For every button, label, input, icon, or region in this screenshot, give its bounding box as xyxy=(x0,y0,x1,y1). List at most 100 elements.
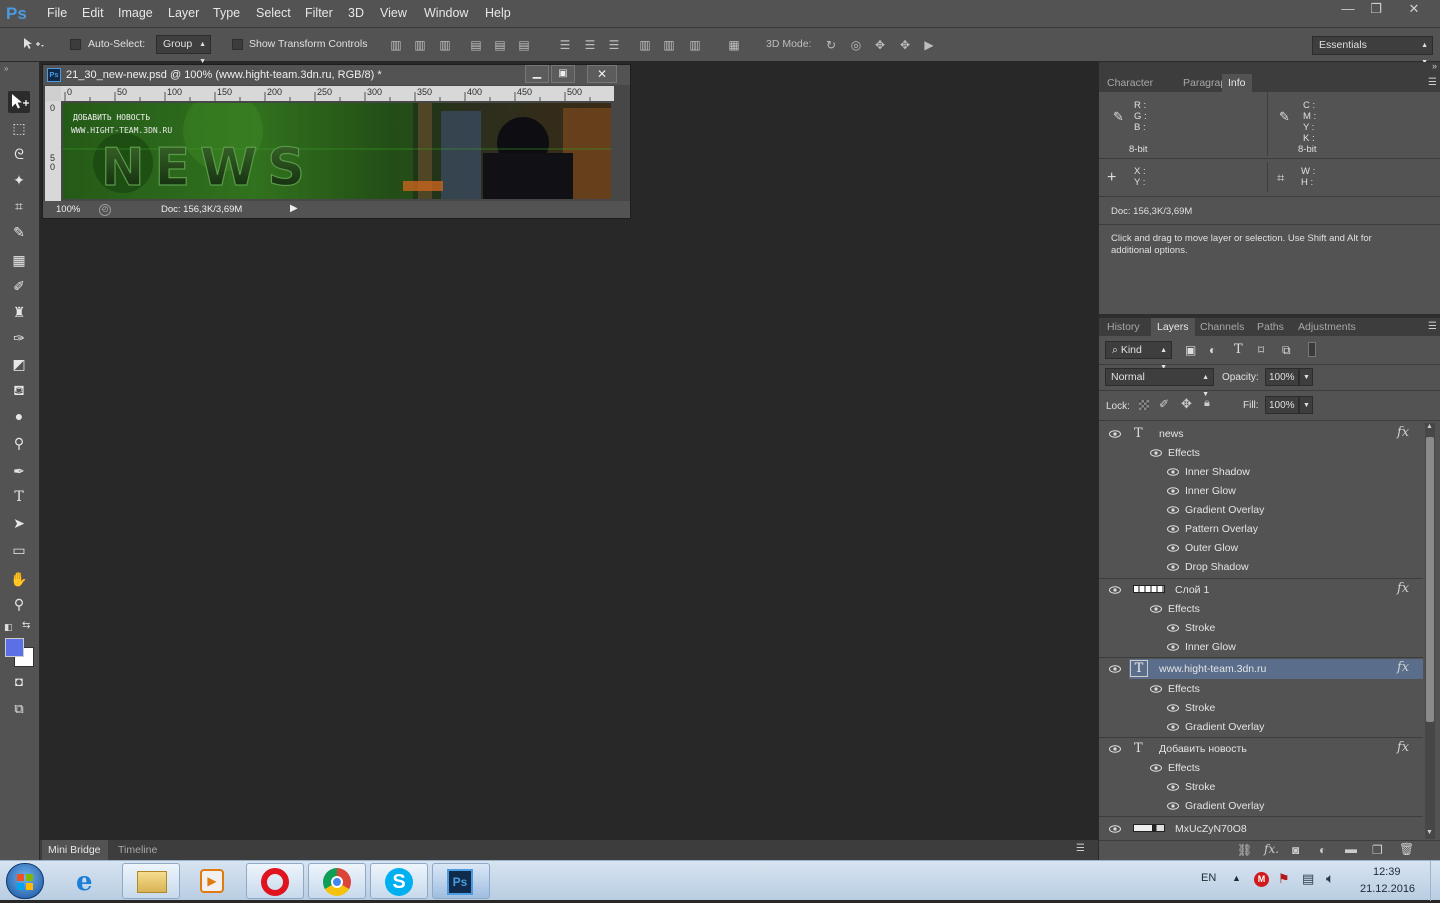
opacity-dropdown-arrow-icon[interactable]: ▼ xyxy=(1299,368,1313,386)
screen-mode-icon[interactable]: ⧉ xyxy=(8,698,30,720)
ruler-origin[interactable] xyxy=(45,86,61,101)
visibility-eye-icon[interactable] xyxy=(1109,430,1121,438)
fill-dropdown-arrow-icon[interactable]: ▼ xyxy=(1299,396,1313,414)
menu-file[interactable]: File xyxy=(47,6,67,20)
tray-network-icon[interactable]: ▤ xyxy=(1302,871,1314,887)
new-layer-icon[interactable]: ❐ xyxy=(1372,843,1383,857)
visibility-eye-icon[interactable] xyxy=(1167,802,1179,810)
effect-row[interactable]: Gradient Overlay xyxy=(1099,500,1423,519)
layer-effects-fx-icon[interactable]: fx xyxy=(1397,581,1409,596)
3d-slide-icon[interactable]: ✥ xyxy=(898,38,912,52)
tray-antivirus-icon[interactable]: M xyxy=(1254,872,1269,887)
filter-pixel-icon[interactable]: ▣ xyxy=(1185,343,1196,357)
tab-character[interactable]: Character xyxy=(1107,77,1153,89)
canvas-banner[interactable]: NEWS ДОБАВИТЬ НОВОСТЬ WWW.HIGHT-TEAM.3DN… xyxy=(63,103,611,199)
move-tool-preset-icon[interactable] xyxy=(22,37,44,51)
zoom-level[interactable]: 100% xyxy=(56,204,80,215)
visibility-eye-icon[interactable] xyxy=(1109,665,1121,673)
filter-shape-icon[interactable]: ⌑ xyxy=(1258,343,1264,357)
align-top-icon[interactable]: ▥ xyxy=(389,38,403,52)
close-button[interactable]: ✕ xyxy=(1398,0,1430,20)
effects-group-row[interactable]: Effects xyxy=(1099,679,1423,698)
show-desktop-button[interactable] xyxy=(1430,861,1440,901)
layer-row-selected[interactable]: T www.hight-team.3dn.ru fx xyxy=(1099,659,1423,679)
restore-button[interactable]: ❐ xyxy=(1363,0,1389,20)
minimize-button[interactable]: — xyxy=(1335,0,1361,20)
visibility-eye-icon[interactable] xyxy=(1167,468,1179,476)
effects-group-row[interactable]: Effects xyxy=(1099,443,1423,462)
auto-select-checkbox[interactable] xyxy=(70,39,81,50)
clock-date[interactable]: 21.12.2016 xyxy=(1360,883,1415,895)
filter-type-icon[interactable]: T xyxy=(1234,342,1243,357)
default-colors-icon[interactable]: ◧ xyxy=(4,622,13,633)
filter-smartobject-icon[interactable]: ⧉ xyxy=(1282,343,1291,358)
layer-row[interactable]: Слой 1 fx xyxy=(1099,580,1423,599)
clone-stamp-icon[interactable]: ♜ xyxy=(8,301,30,323)
fill-input[interactable]: 100% xyxy=(1265,396,1299,414)
show-transform-checkbox[interactable] xyxy=(232,39,243,50)
info-panel-menu-icon[interactable]: ☰ xyxy=(1428,77,1437,88)
blend-mode-dropdown[interactable]: Normal ▲ ▼ xyxy=(1105,368,1214,398)
swap-colors-icon[interactable]: ⇆ xyxy=(22,620,30,631)
menu-edit[interactable]: Edit xyxy=(82,6,104,20)
layers-scrollbar[interactable]: ▲ ▼ xyxy=(1425,423,1435,839)
healing-brush-icon[interactable]: ▦ xyxy=(8,249,30,271)
layer-effects-fx-icon[interactable]: fx xyxy=(1397,425,1409,440)
start-button[interactable] xyxy=(6,863,44,899)
align-vcenter-icon[interactable]: ▥ xyxy=(413,38,427,52)
visibility-eye-icon[interactable] xyxy=(1167,624,1179,632)
effect-row[interactable]: Stroke xyxy=(1099,777,1423,796)
visibility-eye-icon[interactable] xyxy=(1150,685,1162,693)
visibility-eye-icon[interactable] xyxy=(1150,605,1162,613)
auto-select-dropdown[interactable]: Group ▲ ▼ xyxy=(156,35,211,65)
distribute-left-icon[interactable]: ▥ xyxy=(638,38,652,52)
align-bottom-icon[interactable]: ▥ xyxy=(438,38,452,52)
workspace-dropdown[interactable]: Essentials▲▼ xyxy=(1312,36,1433,66)
pen-tool-icon[interactable]: ✒ xyxy=(8,460,30,482)
visibility-eye-icon[interactable] xyxy=(1109,745,1121,753)
horizontal-ruler[interactable]: 0 50 100 150 200 250 300 350 400 450 500 xyxy=(61,86,614,101)
menu-help[interactable]: Help xyxy=(485,6,511,20)
effect-row[interactable]: Inner Glow xyxy=(1099,481,1423,500)
eyedropper-icon[interactable]: ✎ xyxy=(8,221,30,243)
layer-row[interactable]: T Добавить новость fx xyxy=(1099,739,1423,758)
lock-position-icon[interactable]: ✥ xyxy=(1181,396,1192,412)
taskbar-chrome[interactable] xyxy=(308,863,366,899)
visibility-eye-icon[interactable] xyxy=(1150,764,1162,772)
hand-tool-icon[interactable]: ✋ xyxy=(8,568,30,590)
3d-pan-icon[interactable]: ✥ xyxy=(873,38,887,52)
filter-adjustment-icon[interactable]: ◐ xyxy=(1209,343,1216,357)
layer-effects-fx-icon[interactable]: fx xyxy=(1397,740,1409,755)
3d-scale-icon[interactable]: ▶ xyxy=(922,38,936,52)
auto-align-layers-icon[interactable]: ▦ xyxy=(727,38,741,52)
type-tool-icon[interactable]: T xyxy=(8,486,30,508)
visibility-eye-icon[interactable] xyxy=(1167,783,1179,791)
status-menu-arrow-icon[interactable]: ▶ xyxy=(290,203,298,214)
visibility-eye-icon[interactable] xyxy=(1150,449,1162,457)
tab-mini-bridge[interactable]: Mini Bridge xyxy=(48,844,101,856)
doc-maximize-button[interactable]: ▣ xyxy=(551,65,575,83)
3d-rotate-icon[interactable]: ↻ xyxy=(824,38,838,52)
distribute-right-icon[interactable]: ▥ xyxy=(688,38,702,52)
rectangle-tool-icon[interactable]: ▭ xyxy=(8,539,30,561)
crop-tool-icon[interactable]: ⌗ xyxy=(8,195,30,217)
visibility-eye-icon[interactable] xyxy=(1167,723,1179,731)
effect-row[interactable]: Stroke xyxy=(1099,618,1423,637)
lock-transparent-icon[interactable] xyxy=(1139,400,1149,410)
magic-wand-icon[interactable]: ✦ xyxy=(8,169,30,191)
eraser-icon[interactable]: ◩ xyxy=(8,353,30,375)
layers-panel-menu-icon[interactable]: ☰ xyxy=(1428,321,1437,332)
effect-row[interactable]: Stroke xyxy=(1099,698,1423,717)
tab-adjustments[interactable]: Adjustments xyxy=(1298,321,1356,333)
taskbar-skype[interactable]: S xyxy=(370,863,428,899)
menu-view[interactable]: View xyxy=(380,6,407,20)
distribute-bottom-icon[interactable]: ☰ xyxy=(607,38,621,52)
effect-row[interactable]: Pattern Overlay xyxy=(1099,519,1423,538)
visibility-eye-icon[interactable] xyxy=(1109,586,1121,594)
effects-group-row[interactable]: Effects xyxy=(1099,758,1423,777)
link-layers-icon[interactable]: ⛓ xyxy=(1237,843,1252,857)
scroll-up-icon[interactable]: ▲ xyxy=(1426,423,1433,430)
lock-pixels-icon[interactable]: ✐ xyxy=(1159,397,1169,411)
filter-toggle-switch[interactable] xyxy=(1308,342,1316,357)
marquee-tool-icon[interactable]: ⬚ xyxy=(8,117,30,139)
